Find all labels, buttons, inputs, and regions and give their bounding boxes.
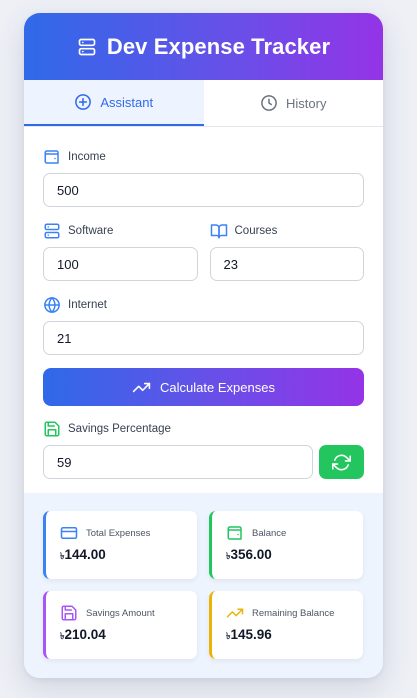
app-title: Dev Expense Tracker (106, 33, 331, 59)
courses-label: Courses (210, 221, 365, 241)
savings-amount-label: Savings Amount (86, 607, 155, 619)
savings-amount-value: 210.04 (64, 627, 106, 642)
total-expenses-value: 144.00 (64, 547, 106, 562)
internet-input[interactable]: 21 (43, 321, 364, 355)
internet-label: Internet (43, 295, 364, 315)
book-open-icon (210, 222, 228, 240)
save-icon (60, 604, 78, 622)
trending-up-icon (132, 378, 151, 397)
courses-input[interactable]: 23 (209, 247, 364, 281)
calculate-expenses-button[interactable]: Calculate Expenses (43, 368, 364, 406)
income-input[interactable]: 500 (43, 173, 364, 207)
clock-icon (260, 94, 278, 112)
tab-history[interactable]: History (204, 80, 384, 126)
balance-card: Balance ৳356.00 (209, 511, 363, 579)
remaining-balance-label: Remaining Balance (252, 607, 335, 619)
savings-label: Savings Percentage (43, 419, 364, 439)
plus-circle-icon (74, 93, 92, 111)
balance-value: 356.00 (230, 547, 272, 562)
globe-icon (43, 296, 61, 314)
server-icon (43, 222, 61, 240)
software-input[interactable]: 100 (43, 247, 198, 281)
tab-assistant[interactable]: Assistant (24, 80, 204, 126)
expense-tracker-card: Dev Expense Tracker Assistant History In… (24, 13, 383, 678)
tab-bar: Assistant History (24, 80, 383, 127)
remaining-balance-value: 145.96 (230, 627, 272, 642)
wallet-icon (226, 524, 244, 542)
expense-form: Income 500 Software 100 Courses 23 Inter… (24, 127, 383, 479)
total-expenses-label: Total Expenses (86, 527, 151, 539)
tab-assistant-label: Assistant (100, 94, 154, 110)
app-header: Dev Expense Tracker (24, 13, 383, 80)
savings-amount-card: Savings Amount ৳210.04 (43, 591, 197, 659)
savings-percentage-input[interactable]: 59 (43, 445, 313, 479)
refresh-icon (332, 453, 351, 472)
income-label: Income (43, 147, 364, 167)
wallet-icon (43, 148, 61, 166)
credit-card-icon (60, 524, 78, 542)
refresh-button[interactable] (319, 445, 364, 479)
results-panel: Total Expenses ৳144.00 Balance ৳356.00 S… (24, 493, 383, 678)
save-icon (43, 420, 61, 438)
balance-label: Balance (252, 527, 287, 539)
server-icon (77, 37, 97, 57)
total-expenses-card: Total Expenses ৳144.00 (43, 511, 197, 579)
remaining-balance-card: Remaining Balance ৳145.96 (209, 591, 363, 659)
trending-up-icon (226, 604, 244, 622)
software-label: Software (43, 221, 198, 241)
tab-history-label: History (286, 95, 327, 111)
